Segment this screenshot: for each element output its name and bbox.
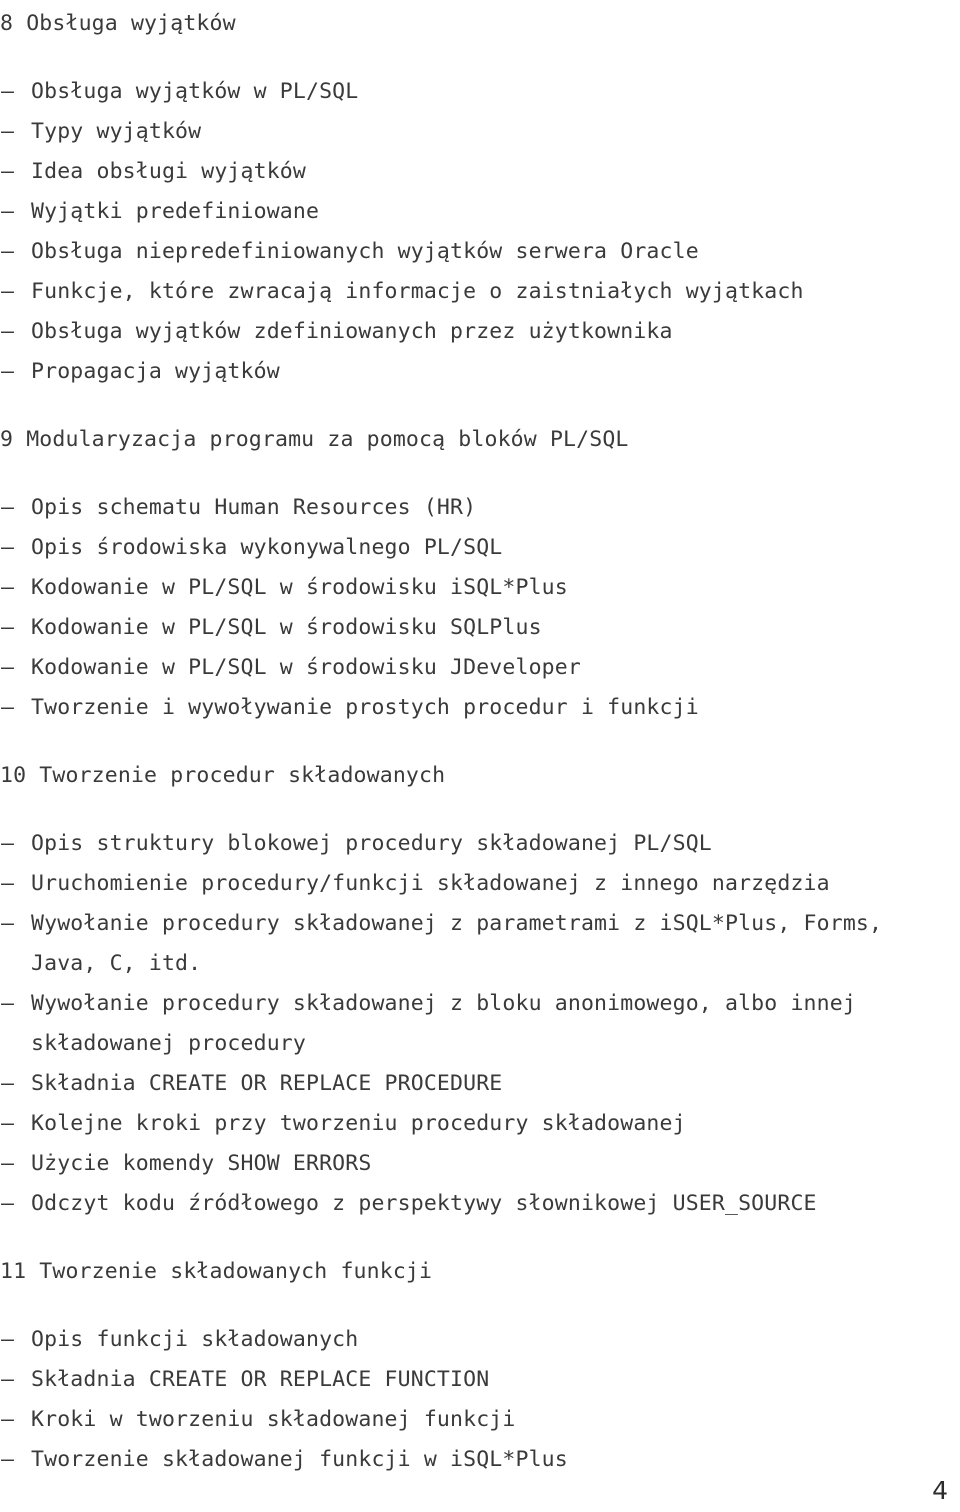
outline-item: – Tworzenie i wywoływanie prostych proced…	[0, 688, 960, 728]
outline-item-label: Obsługa wyjątków zdefiniowanych przez uż…	[31, 319, 673, 344]
outline-item: – Wywołanie procedury składowanej z param…	[0, 904, 960, 984]
outline-item-label: Tworzenie składowanej funkcji w iSQL*Plu…	[31, 1447, 568, 1472]
outline-item-label: Wyjątki predefiniowane	[31, 199, 320, 224]
outline-item-label: Funkcje, które zwracają informacje o zai…	[31, 279, 804, 304]
outline-item: – Typy wyjątków	[0, 112, 960, 152]
bullet-dash-icon: –	[1, 535, 15, 560]
bullet-dash-icon: –	[1, 695, 15, 720]
bullet-dash-icon: –	[1, 359, 15, 384]
bullet-dash-icon: –	[1, 1191, 15, 1216]
page-number: 4	[932, 1476, 948, 1505]
document-body: 8 Obsługa wyjątków – Obsługa wyjątków w PL…	[0, 4, 960, 1480]
outline-item-label: Kodowanie w PL/SQL w środowisku JDevelop…	[31, 655, 581, 680]
outline-item-label: Użycie komendy SHOW ERRORS	[31, 1151, 372, 1176]
outline-item: – Obsługa wyjątków w PL/SQL	[0, 72, 960, 112]
bullet-dash-icon: –	[1, 991, 15, 1016]
document-page: 8 Obsługa wyjątków – Obsługa wyjątków w PL…	[0, 0, 960, 1512]
bullet-dash-icon: –	[1, 239, 15, 264]
outline-item: – Kolejne kroki przy tworzeniu procedury …	[0, 1104, 960, 1144]
outline-item: – Składnia CREATE OR REPLACE PROCEDURE	[0, 1064, 960, 1104]
outline-item-label: Składnia CREATE OR REPLACE FUNCTION	[31, 1367, 490, 1392]
outline-item: – Odczyt kodu źródłowego z perspektywy sł…	[0, 1184, 960, 1224]
bullet-dash-icon: –	[1, 575, 15, 600]
outline-item-label: Składnia CREATE OR REPLACE PROCEDURE	[31, 1071, 503, 1096]
heading-spacer	[0, 460, 960, 488]
heading-spacer	[0, 796, 960, 824]
outline-item-label-continued: składowanej procedury	[31, 1031, 306, 1056]
outline-item: – Tworzenie składowanej funkcji w iSQL*Pl…	[0, 1440, 960, 1480]
bullet-dash-icon: –	[1, 79, 15, 104]
outline-item-label: Wywołanie procedury składowanej z parame…	[31, 911, 883, 936]
bullet-dash-icon: –	[1, 1151, 15, 1176]
outline-item: – Opis struktury blokowej procedury skład…	[0, 824, 960, 864]
outline-item: – Użycie komendy SHOW ERRORS	[0, 1144, 960, 1184]
outline-item-label: Idea obsługi wyjątków	[31, 159, 306, 184]
outline-item: – Opis schematu Human Resources (HR)	[0, 488, 960, 528]
bullet-dash-icon: –	[1, 495, 15, 520]
bullet-dash-icon: –	[1, 1447, 15, 1472]
bullet-dash-icon: –	[1, 1327, 15, 1352]
heading-spacer	[0, 44, 960, 72]
outline-item-label: Kroki w tworzeniu składowanej funkcji	[31, 1407, 516, 1432]
outline-item: – Idea obsługi wyjątków	[0, 152, 960, 192]
outline-item: – Wyjątki predefiniowane	[0, 192, 960, 232]
outline-item-label: Kodowanie w PL/SQL w środowisku iSQL*Plu…	[31, 575, 568, 600]
outline-item-label: Opis funkcji składowanych	[31, 1327, 359, 1352]
bullet-dash-icon: –	[1, 159, 15, 184]
bullet-dash-icon: –	[1, 831, 15, 856]
bullet-dash-icon: –	[1, 911, 15, 936]
bullet-dash-icon: –	[1, 1367, 15, 1392]
outline-item: – Propagacja wyjątków	[0, 352, 960, 392]
outline-item: – Kodowanie w PL/SQL w środowisku JDevelo…	[0, 648, 960, 688]
outline-item-label: Obsługa wyjątków w PL/SQL	[31, 79, 359, 104]
bullet-dash-icon: –	[1, 871, 15, 896]
outline-item: – Obsługa niepredefiniowanych wyjątków se…	[0, 232, 960, 272]
bullet-dash-icon: –	[1, 319, 15, 344]
outline-item-label: Opis schematu Human Resources (HR)	[31, 495, 477, 520]
outline-item: – Kroki w tworzeniu składowanej funkcji	[0, 1400, 960, 1440]
outline-item: – Opis funkcji składowanych	[0, 1320, 960, 1360]
outline-item: – Funkcje, które zwracają informacje o za…	[0, 272, 960, 312]
outline-item: – Wywołanie procedury składowanej z bloku…	[0, 984, 960, 1064]
outline-item-label: Kolejne kroki przy tworzeniu procedury s…	[31, 1111, 686, 1136]
bullet-dash-icon: –	[1, 279, 15, 304]
outline-item-label: Opis środowiska wykonywalnego PL/SQL	[31, 535, 503, 560]
outline-item: – Uruchomienie procedury/funkcji składowa…	[0, 864, 960, 904]
section-heading: 10 Tworzenie procedur składowanych	[0, 763, 446, 788]
outline-item: – Opis środowiska wykonywalnego PL/SQL	[0, 528, 960, 568]
outline-item-label-continued: Java, C, itd.	[31, 951, 202, 976]
outline-item-label: Wywołanie procedury składowanej z bloku …	[31, 991, 856, 1016]
outline-item: – Kodowanie w PL/SQL w środowisku iSQL*Pl…	[0, 568, 960, 608]
outline-item: – Obsługa wyjątków zdefiniowanych przez u…	[0, 312, 960, 352]
bullet-dash-icon: –	[1, 615, 15, 640]
heading-spacer	[0, 1292, 960, 1320]
section-heading: 11 Tworzenie składowanych funkcji	[0, 1259, 433, 1284]
outline-item-label: Opis struktury blokowej procedury składo…	[31, 831, 712, 856]
bullet-dash-icon: –	[1, 1111, 15, 1136]
outline-item-label: Kodowanie w PL/SQL w środowisku SQLPlus	[31, 615, 542, 640]
outline-item-label: Typy wyjątków	[31, 119, 202, 144]
section-heading: 8 Obsługa wyjątków	[0, 11, 236, 36]
outline-item: – Kodowanie w PL/SQL w środowisku SQLPlus	[0, 608, 960, 648]
section-heading: 9 Modularyzacja programu za pomocą blokó…	[0, 427, 629, 452]
bullet-dash-icon: –	[1, 1071, 15, 1096]
bullet-dash-icon: –	[1, 119, 15, 144]
outline-item-label: Odczyt kodu źródłowego z perspektywy sło…	[31, 1191, 817, 1216]
outline-item-label: Uruchomienie procedury/funkcji składowan…	[31, 871, 830, 896]
bullet-dash-icon: –	[1, 199, 15, 224]
bullet-dash-icon: –	[1, 1407, 15, 1432]
outline-item-label: Tworzenie i wywoływanie prostych procedu…	[31, 695, 699, 720]
outline-item-label: Propagacja wyjątków	[31, 359, 280, 384]
outline-item: – Składnia CREATE OR REPLACE FUNCTION	[0, 1360, 960, 1400]
outline-item-label: Obsługa niepredefiniowanych wyjątków ser…	[31, 239, 699, 264]
bullet-dash-icon: –	[1, 655, 15, 680]
